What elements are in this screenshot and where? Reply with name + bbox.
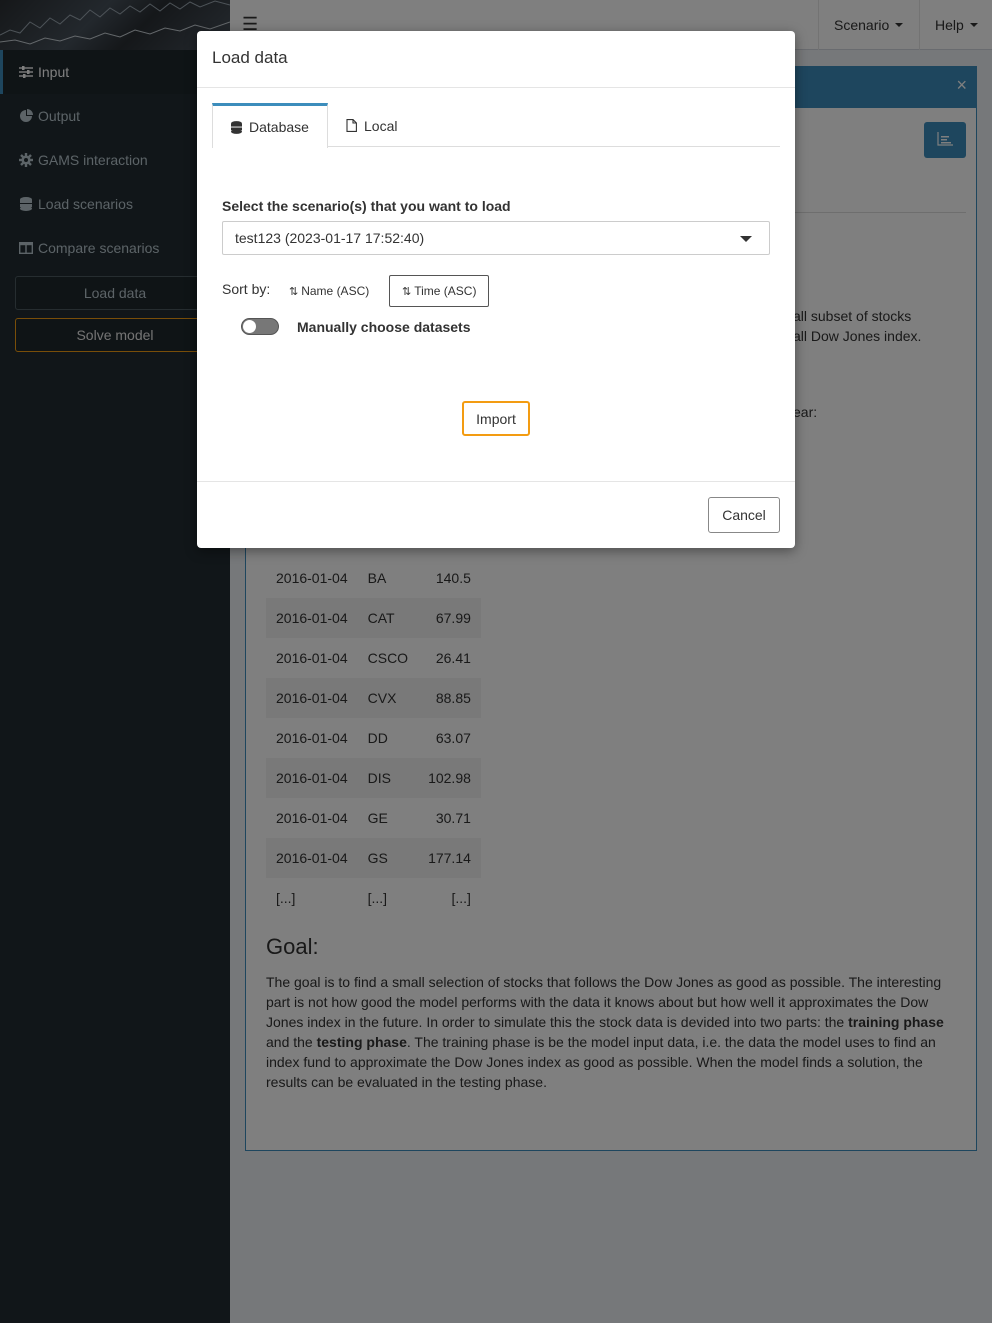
modal-title: Load data [212, 48, 288, 67]
sort-icon: ⇅ [289, 285, 299, 298]
divider [197, 481, 795, 482]
manual-datasets-label: Manually choose datasets [297, 319, 471, 335]
dropdown-arrow-icon [740, 236, 752, 242]
tab-database[interactable]: Database [212, 103, 328, 148]
sort-button-label: Time (ASC) [414, 284, 477, 298]
sort-icon: ⇅ [402, 285, 412, 298]
tab-label: Database [249, 119, 309, 135]
sort-by-name-button[interactable]: ⇅ Name (ASC) [276, 275, 383, 307]
toggle-knob [243, 320, 256, 333]
selected-scenario: test123 (2023-01-17 17:52:40) [235, 230, 425, 246]
database-icon [231, 120, 242, 134]
load-data-modal: Load data Database Local Select the scen… [197, 31, 795, 548]
sort-by-time-button[interactable]: ⇅ Time (ASC) [389, 275, 490, 307]
tab-local[interactable]: Local [328, 103, 415, 148]
scenario-select[interactable]: test123 (2023-01-17 17:52:40) [222, 221, 770, 255]
import-button[interactable]: Import [462, 401, 530, 436]
manual-datasets-toggle[interactable] [241, 318, 279, 335]
sort-button-label: Name (ASC) [301, 284, 370, 298]
file-icon [346, 119, 357, 132]
sort-label: Sort by: [222, 281, 271, 297]
tab-bar: Database Local [212, 103, 780, 148]
cancel-button[interactable]: Cancel [708, 497, 780, 533]
tab-label: Local [364, 117, 398, 134]
divider [197, 87, 795, 88]
scenario-select-label: Select the scenario(s) that you want to … [222, 198, 511, 214]
